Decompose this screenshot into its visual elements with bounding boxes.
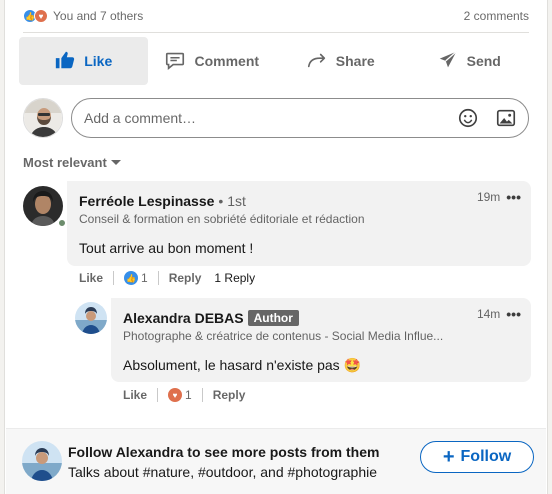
comment-meta: 19m •••: [477, 189, 521, 205]
commenter-name-row: Alexandra DEBAS Author: [123, 310, 461, 326]
follow-button[interactable]: + Follow: [420, 441, 534, 473]
comment-reply-button[interactable]: Reply: [213, 388, 246, 402]
comment-header: Ferréole Lespinasse • 1st Conseil & form…: [79, 193, 441, 256]
divider: [201, 388, 203, 402]
comments-count[interactable]: 2 comments: [464, 9, 529, 23]
divider: [157, 271, 159, 285]
post-actions: Like Comment Share Send: [19, 37, 533, 85]
social-counts: 👍 ♥ You and 7 others 2 comments: [23, 6, 529, 26]
comment-bubble: Alexandra DEBAS Author Photographe & cré…: [111, 298, 531, 382]
commenter-headline: Conseil & formation en sobriété éditoria…: [79, 212, 365, 226]
replies-count[interactable]: 1 Reply: [214, 271, 255, 285]
love-icon[interactable]: ♥: [168, 388, 183, 402]
comment-bubble: Ferréole Lespinasse • 1st Conseil & form…: [67, 181, 531, 266]
commenter-name[interactable]: Alexandra DEBAS: [123, 310, 244, 326]
like-button[interactable]: Like: [19, 37, 148, 85]
reaction-icons[interactable]: 👍 ♥: [23, 9, 48, 23]
reaction-count[interactable]: 1: [141, 271, 148, 285]
follow-prompt: Follow Alexandra to see more posts from …: [6, 428, 546, 494]
comment-text: Absolument, le hasard n'existe pas 🤩: [123, 357, 362, 373]
comment-input[interactable]: [84, 110, 442, 126]
connection-degree: • 1st: [218, 193, 246, 209]
comment-reply-button[interactable]: Reply: [169, 271, 202, 285]
comment-timestamp: 19m: [476, 190, 501, 204]
divider: [157, 388, 159, 402]
like-icon[interactable]: 👍: [124, 271, 139, 285]
emoji-icon[interactable]: [456, 106, 480, 130]
comment-icon: [164, 49, 186, 74]
comment-text: Tout arrive au bon moment !: [79, 240, 254, 256]
comment-like-button[interactable]: Like: [123, 388, 147, 402]
caret-down-icon: [110, 160, 121, 165]
divider: [23, 32, 529, 33]
divider: [113, 271, 115, 285]
reaction-count[interactable]: 1: [185, 388, 192, 402]
comment-header: Alexandra DEBAS Author Photographe & cré…: [123, 310, 461, 374]
avatar[interactable]: [23, 98, 63, 138]
image-icon[interactable]: [494, 106, 518, 130]
avatar[interactable]: [22, 441, 62, 481]
comment-button[interactable]: Comment: [148, 37, 277, 85]
comment-field-wrapper: [71, 98, 529, 138]
thumbs-up-icon: [54, 49, 76, 74]
follow-subtitle: Talks about #nature, #outdoor, and #phot…: [68, 464, 378, 480]
commenter-name-row: Ferréole Lespinasse • 1st: [79, 193, 441, 209]
comment-actions: Like ♥ 1 Reply: [123, 388, 245, 402]
share-button[interactable]: Share: [276, 37, 405, 85]
commenter-name[interactable]: Ferréole Lespinasse: [79, 193, 214, 209]
online-status-indicator: [57, 218, 67, 228]
comment-composer: [23, 96, 529, 140]
comment-like-button[interactable]: Like: [79, 271, 103, 285]
author-badge: Author: [247, 310, 299, 326]
sort-dropdown[interactable]: Most relevant: [23, 155, 121, 170]
reactions-text[interactable]: You and 7 others: [53, 9, 143, 23]
comment-meta: 14m •••: [477, 306, 521, 322]
avatar[interactable]: [75, 302, 107, 334]
more-options-icon[interactable]: •••: [506, 306, 521, 322]
share-arrow-icon: [306, 49, 328, 74]
comment-timestamp: 14m: [476, 307, 501, 321]
send-button[interactable]: Send: [405, 37, 534, 85]
comment-actions: Like 👍 1 Reply 1 Reply: [79, 271, 255, 285]
plus-icon: +: [442, 446, 455, 468]
post-social-card: 👍 ♥ You and 7 others 2 comments Like Com…: [4, 0, 548, 494]
more-options-icon[interactable]: •••: [506, 189, 521, 205]
send-icon: [437, 49, 459, 74]
love-icon: ♥: [34, 9, 48, 23]
commenter-headline: Photographe & créatrice de contenus - So…: [123, 329, 444, 343]
follow-title: Follow Alexandra to see more posts from …: [68, 444, 380, 460]
